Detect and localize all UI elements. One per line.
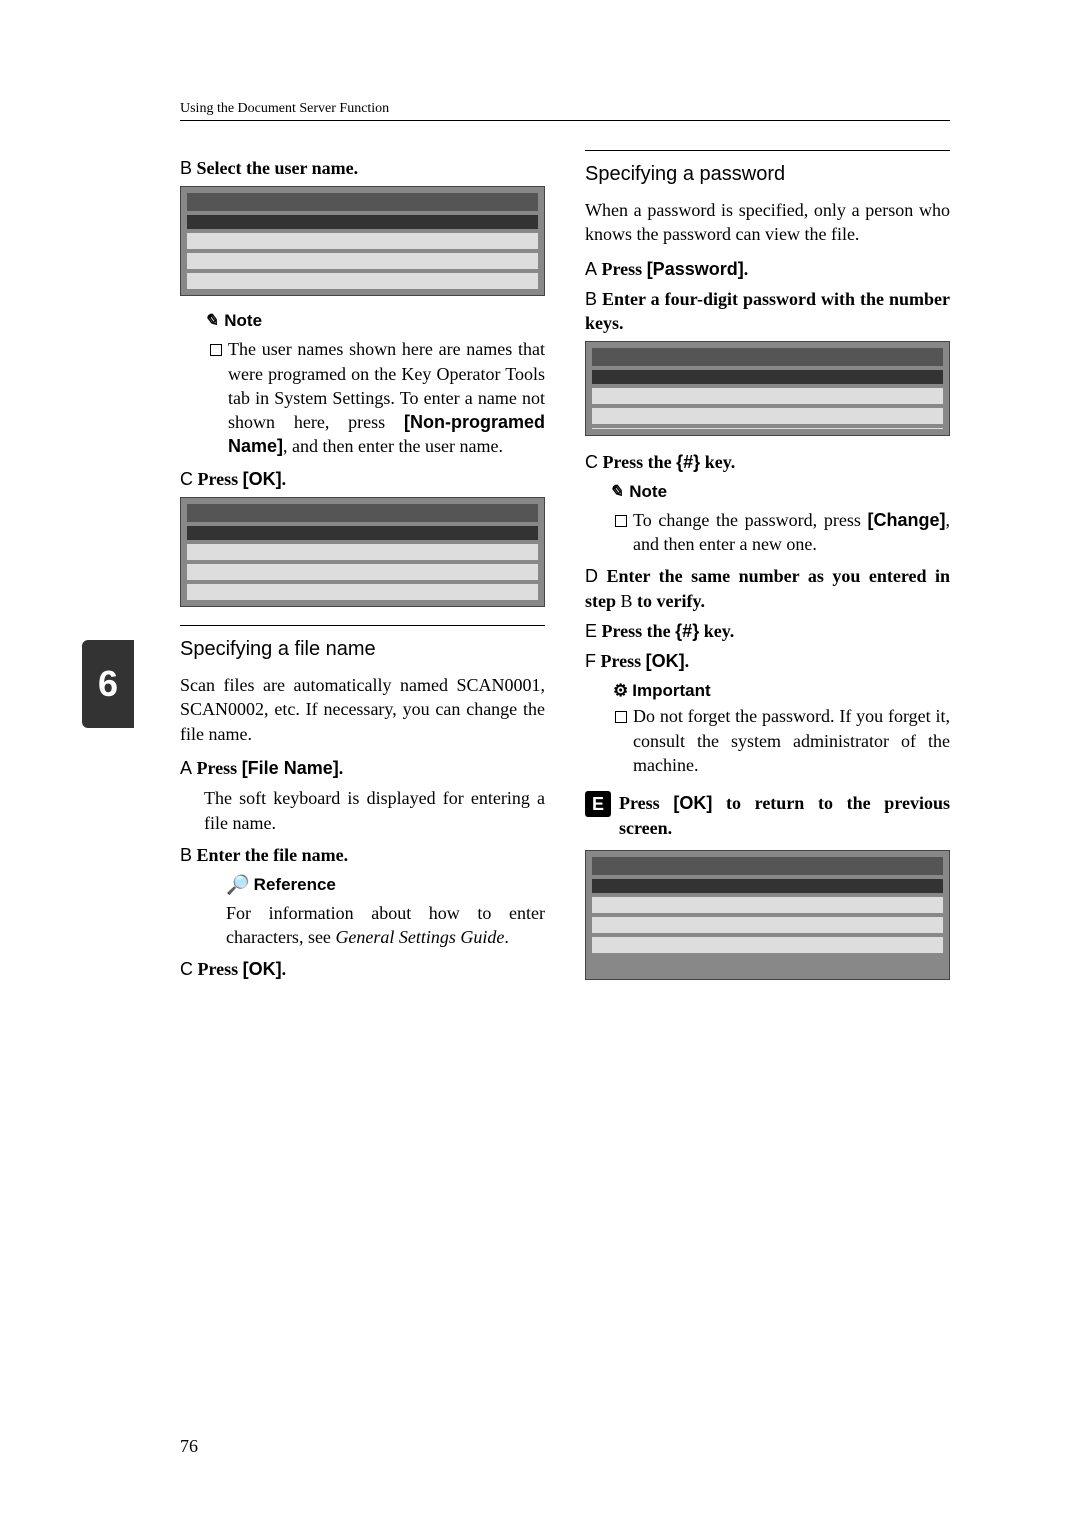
step-pre: Press (197, 758, 242, 778)
step-press-hash-1: C Press the {#} key. (585, 450, 950, 474)
important-text: Do not forget the password. If you forge… (633, 706, 950, 775)
step-post: key. (700, 452, 735, 472)
step-pre: Press (601, 651, 646, 671)
note-heading: ✎ Note (204, 310, 545, 333)
ok-label: [OK] (673, 793, 712, 813)
bullet-icon (615, 711, 627, 723)
change-label: [Change] (868, 510, 946, 530)
big-step-text: Press [OK] to return to the previous scr… (619, 791, 950, 840)
ok-screen-thumbnail (180, 497, 545, 607)
step-verify-password: D Enter the same number as you entered i… (585, 564, 950, 613)
left-column: B Select the user name. ✎ Note The user … (180, 150, 545, 994)
step-enter-password: B Enter a four-digit password with the n… (585, 287, 950, 336)
step-press-ok-1: C Press [OK]. (180, 467, 545, 491)
heading-file-name: Specifying a file name (180, 625, 545, 663)
hash-key: {#} (676, 452, 700, 472)
step-post: . (282, 959, 287, 979)
step-press-password: A Press [Password]. (585, 257, 950, 281)
step-text: Enter a four-digit password with the num… (585, 289, 950, 333)
step-letter: F (585, 651, 596, 671)
reference-body: For information about how to enter chara… (226, 901, 545, 950)
step-select-username: B Select the user name. (180, 156, 545, 180)
right-column: Specifying a password When a password is… (585, 150, 950, 994)
step-letter: E (585, 621, 597, 641)
ok-label: [OK] (243, 469, 282, 489)
reference-label: Reference (254, 874, 336, 897)
step-enter-filename: B Enter the file name. (180, 843, 545, 867)
hash-key: {#} (675, 621, 699, 641)
step-post: . (685, 651, 690, 671)
page-number: 76 (180, 1434, 198, 1458)
step-pre: Press (619, 793, 673, 813)
step-letter: C (585, 452, 598, 472)
bullet-icon (210, 344, 222, 356)
step-letter: D (585, 566, 598, 586)
step-letter: C (180, 469, 193, 489)
step-letter: A (180, 758, 192, 778)
note-body: To change the password, press [Change], … (633, 508, 950, 557)
important-body: Do not forget the password. If you forge… (633, 704, 950, 777)
step-pre: Press (198, 469, 243, 489)
filename-body: The soft keyboard is displayed for enter… (204, 786, 545, 835)
step-number-badge: E (585, 791, 611, 817)
reference-heading: 🔎 Reference (226, 873, 545, 899)
step-post: key. (699, 621, 734, 641)
step-press-filename: A Press [File Name]. (180, 756, 545, 780)
gear-icon: ⚙ (613, 680, 628, 703)
username-screen-thumbnail (180, 186, 545, 296)
filename-paragraph: Scan files are automatically named SCAN0… (180, 673, 545, 746)
note-text-1: To change the password, press (633, 510, 868, 530)
step-press-ok-2: C Press [OK]. (180, 957, 545, 981)
step-post: . (744, 259, 749, 279)
step-pre: Press (198, 959, 243, 979)
important-heading: ⚙ Important (613, 680, 950, 703)
chapter-tab: 6 (82, 640, 134, 728)
note-body: The user names shown here are names that… (228, 337, 545, 458)
step-post: . (282, 469, 287, 489)
header-rule (180, 120, 950, 121)
two-column-layout: B Select the user name. ✎ Note The user … (180, 150, 950, 994)
step-pre: Press the (603, 452, 677, 472)
step-pre: Press (602, 259, 647, 279)
important-label: Important (632, 680, 710, 703)
ok-label: [OK] (243, 959, 282, 979)
return-screen-thumbnail (585, 850, 950, 980)
bullet-icon (615, 515, 627, 527)
step-letter: B (180, 158, 192, 178)
pencil-icon: ✎ (609, 481, 623, 504)
step-pre: Press the (602, 621, 676, 641)
ok-label: [OK] (646, 651, 685, 671)
password-screen-thumbnail (585, 341, 950, 436)
note-label: Note (224, 310, 262, 333)
main-step-return: E Press [OK] to return to the previous s… (585, 791, 950, 840)
note-label: Note (629, 481, 667, 504)
step-post: . (339, 758, 344, 778)
step-letter: A (585, 259, 597, 279)
note-heading: ✎ Note (609, 481, 950, 504)
magnifier-icon: 🔎 (226, 873, 250, 899)
password-paragraph: When a password is specified, only a per… (585, 198, 950, 247)
step-letter: B (180, 845, 192, 865)
running-header: Using the Document Server Function (180, 100, 389, 119)
heading-password: Specifying a password (585, 150, 950, 188)
step-press-hash-2: E Press the {#} key. (585, 619, 950, 643)
step-letter: B (585, 289, 597, 309)
step-text: Select the user name. (197, 158, 359, 178)
step-ref: B (621, 591, 633, 611)
ref-text-2: . (504, 927, 509, 947)
pencil-icon: ✎ (204, 310, 218, 333)
password-label: [Password] (647, 259, 744, 279)
ref-italic: General Settings Guide (335, 927, 504, 947)
note-text-2: , and then enter the user name. (283, 436, 503, 456)
step-text: Enter the file name. (197, 845, 349, 865)
step-press-ok-3: F Press [OK]. (585, 649, 950, 673)
step-letter: C (180, 959, 193, 979)
step-post: to verify. (633, 591, 705, 611)
filename-label: [File Name] (242, 758, 339, 778)
